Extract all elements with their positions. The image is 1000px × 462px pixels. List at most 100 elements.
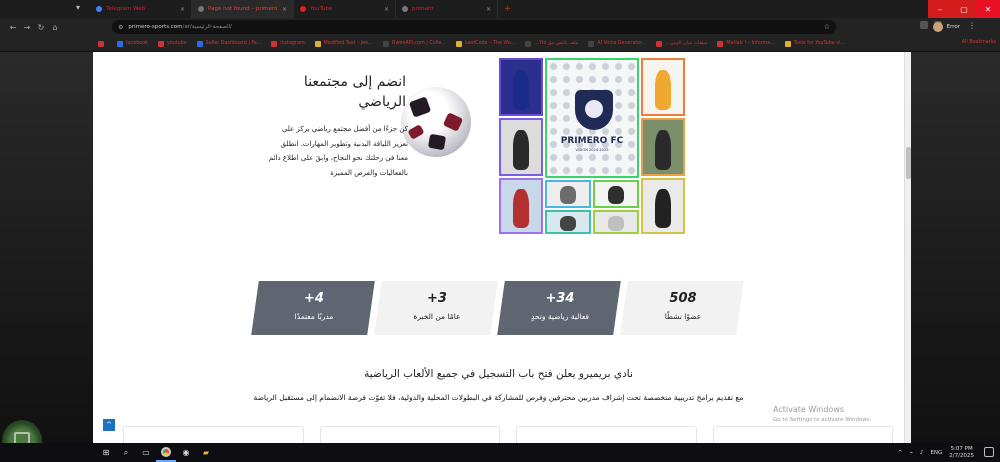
- tab-search-icon[interactable]: ▾: [76, 3, 80, 12]
- network-icon[interactable]: ⌁: [910, 450, 913, 456]
- bookmark-item[interactable]: ...Ytz ملف بالنص بنق: [521, 40, 582, 47]
- clock[interactable]: 5:07 PM 2/7/2025: [949, 446, 974, 460]
- tab-close-icon[interactable]: ×: [282, 6, 287, 13]
- bookmark-item[interactable]: Matlab ! – Informa...: [713, 40, 778, 47]
- telegram-icon: [96, 6, 102, 12]
- athlete-photo: [499, 118, 543, 176]
- extension-icon[interactable]: [920, 21, 928, 29]
- bookmark-item[interactable]: AI Voice Generator...: [584, 40, 650, 47]
- bookmark-item[interactable]: OwenAPI.com | Colle...: [379, 40, 450, 47]
- bookmark-star-icon[interactable]: ☆: [824, 23, 830, 31]
- tab-close-icon[interactable]: ×: [180, 6, 185, 13]
- athlete-photo: [545, 210, 591, 234]
- toolbar: ← → ↻ ⌂ ⚙ primero-sports.com /ar/الصفحة-…: [0, 18, 1000, 36]
- club-logo-subtitle: VISION 2024-2025: [575, 148, 609, 152]
- bookmark-label: facebook: [126, 41, 148, 46]
- system-tray: ^ ⌁ ♪ ENG 5:07 PM 2/7/2025: [898, 443, 974, 462]
- stat-label: مدربًا معتمدًا: [294, 312, 334, 321]
- volume-icon[interactable]: ♪: [920, 450, 924, 456]
- windows-start-icon[interactable]: ⊞: [96, 443, 116, 462]
- app-taskbar-icon[interactable]: ◉: [176, 443, 196, 462]
- bookmark-item[interactable]: Tools for YouTube vi...: [781, 40, 849, 47]
- new-tab-button[interactable]: +: [498, 0, 518, 18]
- menu-icon[interactable]: ⋮: [968, 21, 976, 30]
- athlete-photo: [641, 178, 685, 234]
- stat-card: +4 مدربًا معتمدًا: [251, 281, 375, 335]
- bookmark-label: LeetCode – The Wo...: [464, 41, 516, 46]
- athlete-photo: [593, 180, 639, 208]
- file-explorer-icon[interactable]: ▰: [196, 443, 216, 462]
- football-image: [401, 87, 471, 157]
- back-icon[interactable]: ←: [6, 23, 20, 32]
- content-card[interactable]: [516, 426, 697, 443]
- close-window-icon[interactable]: ✕: [976, 0, 1000, 18]
- web-icon: [525, 40, 532, 47]
- chrome-taskbar-icon[interactable]: [156, 443, 176, 462]
- watermark-title: Activate Windows: [773, 405, 845, 414]
- minimize-icon[interactable]: –: [928, 0, 952, 18]
- address-bar[interactable]: ⚙ primero-sports.com /ar/الصفحة-الرئيسية…: [112, 20, 836, 34]
- cards-row: [123, 426, 893, 443]
- bookmark-label: instagram: [280, 41, 305, 46]
- content-card[interactable]: [319, 426, 500, 443]
- content-card[interactable]: [712, 426, 893, 443]
- athlete-photo: [545, 180, 591, 208]
- tab-label: primero: [412, 6, 434, 12]
- page-icon: [198, 6, 204, 12]
- tab-youtube[interactable]: YouTube ×: [294, 0, 396, 18]
- scroll-to-top-button[interactable]: ^: [103, 419, 115, 431]
- bookmark-label: Modified Text – Jee...: [323, 41, 373, 46]
- tab-label: Telegram Web: [106, 6, 145, 12]
- club-logo-name: PRIMERO FC: [560, 136, 624, 146]
- text-icon: [314, 40, 321, 47]
- notification-icon[interactable]: [984, 447, 994, 457]
- profile-button[interactable]: Error: [932, 20, 960, 34]
- bookmark-item[interactable]: Modified Text – Jee...: [311, 40, 377, 47]
- athlete-photo: [499, 178, 543, 234]
- bookmark-label: Seller Dashboard | Fa...: [205, 41, 262, 46]
- athlete-photo: [641, 58, 685, 116]
- bookmark-label: AI Voice Generator...: [597, 41, 647, 46]
- tab-primero-notfound[interactable]: Page not found – primero ×: [192, 0, 294, 18]
- join-title: انضم إلى مجتمعنا الرياضي: [303, 74, 406, 110]
- background-right: [911, 52, 1000, 443]
- bookmark-item[interactable]: ...مبيعات ميان الوبين: [652, 40, 711, 47]
- page-scrollbar[interactable]: [904, 52, 911, 443]
- chevron-up-icon[interactable]: ^: [898, 450, 903, 456]
- maximize-icon[interactable]: ▢: [952, 0, 976, 18]
- leetcode-icon: [455, 40, 462, 47]
- youtube-icon: [157, 40, 164, 47]
- bookmark-item[interactable]: Seller Dashboard | Fa...: [193, 40, 266, 47]
- bookmark-item[interactable]: youtube: [154, 40, 191, 47]
- taskbar: ⊞ ⌕ ▭ ◉ ▰ ^ ⌁ ♪ ENG 5:07 PM 2/7/2025: [0, 443, 1000, 462]
- language-indicator[interactable]: ENG: [930, 450, 942, 456]
- stat-number: +3: [426, 291, 447, 306]
- web-icon: [656, 40, 663, 47]
- tab-primero[interactable]: primero ×: [396, 0, 498, 18]
- address-domain: primero-sports.com: [128, 24, 183, 30]
- bookmark-item[interactable]: facebook: [113, 40, 152, 47]
- bookmark-item[interactable]: [94, 40, 111, 47]
- bookmarks-bar: facebook youtube Seller Dashboard | Fa..…: [0, 36, 1000, 52]
- forward-icon[interactable]: →: [20, 23, 34, 32]
- bookmark-item[interactable]: instagram: [267, 40, 308, 47]
- home-icon[interactable]: ⌂: [48, 23, 62, 32]
- tab-close-icon[interactable]: ×: [486, 6, 491, 13]
- site-info-icon[interactable]: ⚙: [118, 24, 123, 31]
- bookmark-item[interactable]: LeetCode – The Wo...: [452, 40, 519, 47]
- stat-number: +34: [545, 291, 575, 306]
- task-view-icon[interactable]: ▭: [136, 443, 156, 462]
- dashboard-icon: [196, 40, 203, 47]
- search-icon[interactable]: ⌕: [116, 443, 136, 462]
- stat-label: عامًا من الخبرة: [413, 312, 461, 321]
- page-icon: [402, 6, 408, 12]
- tab-close-icon[interactable]: ×: [384, 6, 389, 13]
- tab-label: Page not found – primero: [208, 6, 278, 12]
- reload-icon[interactable]: ↻: [34, 23, 48, 32]
- content-card[interactable]: [123, 426, 304, 443]
- avatar: [932, 22, 943, 32]
- tab-telegram[interactable]: Telegram Web ×: [90, 0, 192, 18]
- all-bookmarks-button[interactable]: All Bookmarks: [962, 40, 996, 45]
- athlete-photo: [593, 210, 639, 234]
- scrollbar-thumb[interactable]: [906, 147, 911, 179]
